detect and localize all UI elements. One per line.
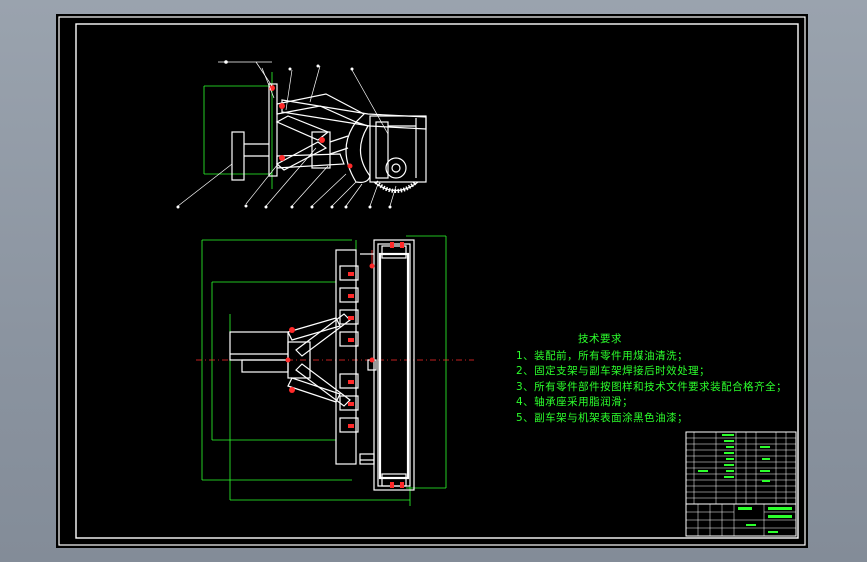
inner-frame — [75, 23, 799, 539]
requirement-item: 4、轴承座采用脂润滑； — [516, 396, 634, 408]
outer-frame — [58, 16, 806, 546]
requirement-item: 3、所有零件部件按图样和技术文件要求装配合格齐全； — [516, 380, 788, 393]
technical-requirements: 技术要求 1、装配前，所有零件用煤油清洗； 2、固定支架与副车架焊接后时效处理；… — [516, 332, 787, 426]
requirement-item: 5、副车架与机架表面涂黑色油漆； — [516, 411, 689, 424]
requirement-item: 1、装配前，所有零件用煤油清洗； — [516, 349, 689, 362]
plan-view — [196, 235, 474, 506]
title-block — [685, 431, 797, 537]
drawing-sheet: 技术要求 1、装配前，所有零件用煤油清洗； 2、固定支架与副车架焊接后时效处理；… — [56, 14, 808, 548]
technical-requirements-title: 技术要求 — [578, 333, 622, 345]
assembly-drawing — [58, 16, 806, 546]
side-view — [176, 60, 427, 209]
requirement-item: 2、固定支架与副车架焊接后时效处理； — [516, 365, 711, 377]
